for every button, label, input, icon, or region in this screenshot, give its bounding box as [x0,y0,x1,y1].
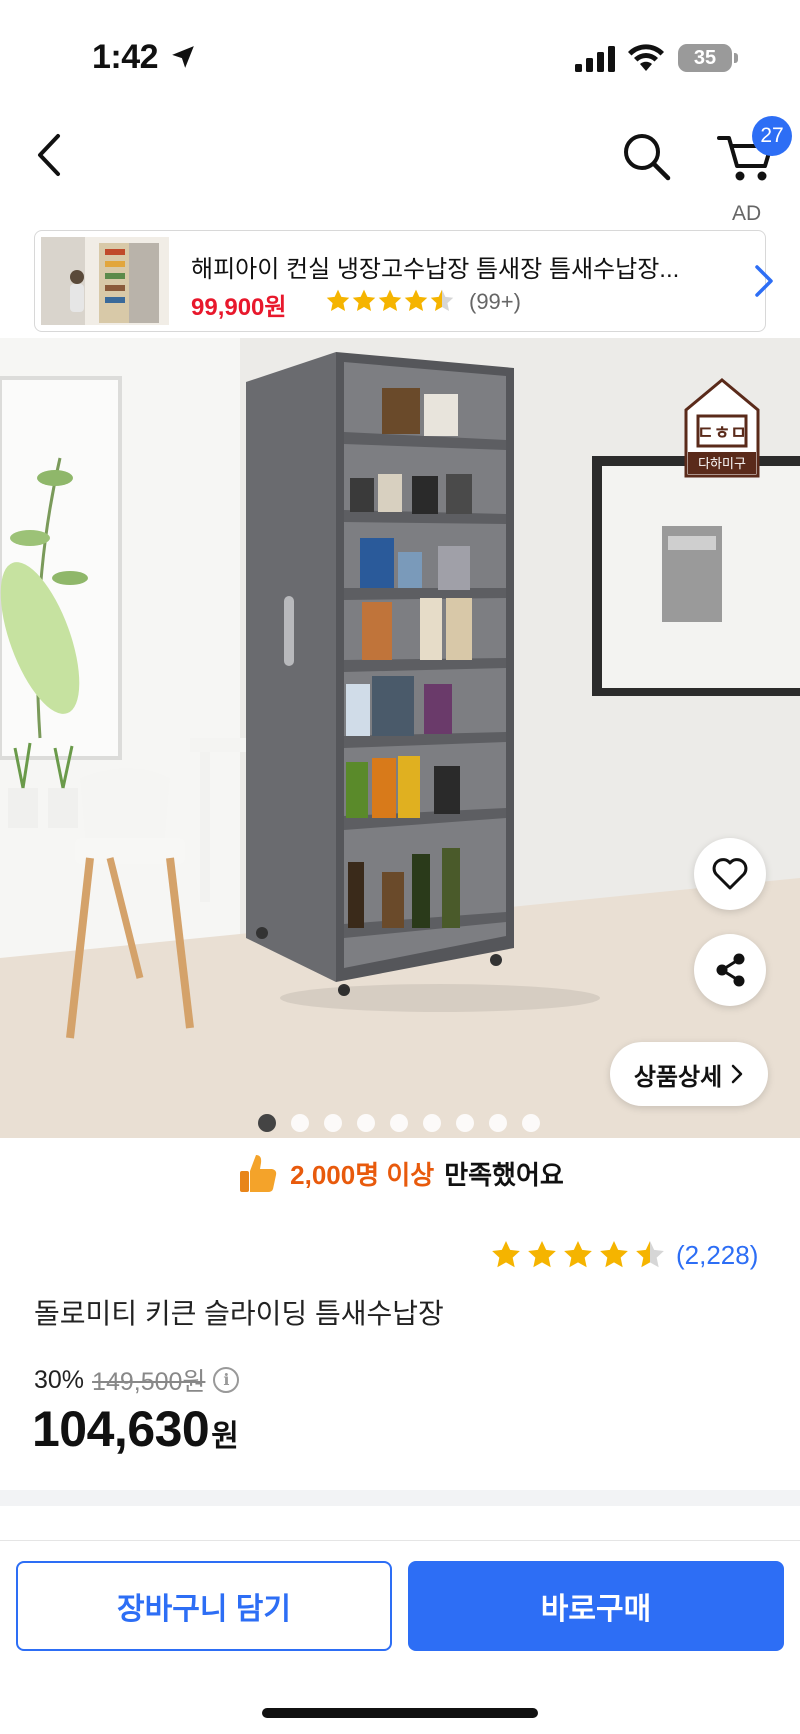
star-icon [600,1241,628,1268]
thumbs-up-icon [240,1155,277,1192]
carousel-dot[interactable] [324,1114,342,1132]
discount-rate: 30% [34,1365,85,1394]
product-review-count[interactable]: (2,228) [676,1240,758,1271]
product-detail-button[interactable]: 상품상세 [610,1042,768,1106]
ad-product-title: 해피아이 컨실 냉장고수납장 틈새장 틈새수납장... [191,256,680,283]
carousel-dot[interactable] [357,1114,375,1132]
product-image-carousel[interactable]: ㄷㅎㅁ 다하미구 상품상세 [0,338,800,1138]
satisfaction-text: 만족했어요 [444,1159,564,1190]
share-icon [716,953,745,987]
carousel-dot[interactable] [390,1114,408,1132]
star-icon [326,289,350,311]
ad-star-rating [325,287,455,315]
star-icon [492,1241,520,1268]
star-icon [528,1241,556,1268]
final-price: 104,630 원 [32,1400,239,1458]
location-arrow-icon [172,46,194,68]
chevron-right-icon [755,265,773,297]
product-detail-label: 상품상세 [633,1063,723,1091]
search-icon[interactable] [620,130,672,182]
wishlist-button[interactable] [694,838,766,910]
cellular-signal-icon [575,46,615,72]
ad-product-thumbnail [41,237,169,325]
battery-icon: 35 [678,44,732,72]
carousel-dot[interactable] [423,1114,441,1132]
product-star-rating [490,1239,666,1271]
product-title: 돌로미티 키큰 슬라이딩 틈새수납장 [34,1298,444,1329]
star-icon [404,289,428,311]
info-icon[interactable]: i [213,1367,240,1393]
wifi-icon [628,44,664,71]
star-icon [564,1241,592,1268]
carousel-dot[interactable] [522,1114,540,1132]
status-time: 1:42 [92,38,159,76]
battery-cap [734,53,738,63]
product-photo [0,338,800,1138]
star-icon [430,289,454,311]
carousel-dot[interactable] [489,1114,507,1132]
satisfaction-banner: 2,000명 이상 만족했어요 [0,1148,800,1198]
svg-text:ㄷㅎㅁ: ㄷㅎㅁ [697,423,747,444]
carousel-indicator[interactable] [258,1114,540,1132]
heart-icon [712,858,748,890]
brand-logo: ㄷㅎㅁ 다하미구 [684,378,760,478]
ad-product-card[interactable]: 해피아이 컨실 냉장고수납장 틈새장 틈새수납장... 99,900원 (99+… [34,230,773,332]
cart-count-badge: 27 [752,116,792,156]
section-divider [0,1490,800,1506]
status-bar: 1:42 35 [0,0,800,110]
home-indicator [262,1708,538,1718]
buy-now-button[interactable]: 바로구매 [408,1561,784,1651]
carousel-dot[interactable] [456,1114,474,1132]
brand-logo-text: 다하미구 [698,457,746,472]
ad-product-price: 99,900원 [191,294,287,321]
back-chevron-icon[interactable] [30,130,70,180]
chevron-right-icon [731,1064,743,1084]
star-icon [352,289,376,311]
carousel-dot[interactable] [258,1114,276,1132]
original-price: 149,500원 [92,1368,206,1396]
product-rating[interactable]: (2,228) [490,1236,758,1274]
star-icon [378,289,402,311]
bottom-action-bar: 장바구니 담기 바로구매 [0,1540,800,1651]
discount-row: 30% 149,500원 i [34,1362,240,1398]
satisfaction-count: 2,000명 이상 [290,1159,435,1190]
ad-review-count: (99+) [469,289,521,314]
share-button[interactable] [694,934,766,1006]
ad-label: AD [732,202,762,225]
final-price-currency: 원 [211,1420,239,1453]
add-to-cart-button[interactable]: 장바구니 담기 [16,1561,392,1651]
carousel-dot[interactable] [291,1114,309,1132]
final-price-value: 104,630 [32,1401,210,1457]
star-icon [636,1241,664,1268]
